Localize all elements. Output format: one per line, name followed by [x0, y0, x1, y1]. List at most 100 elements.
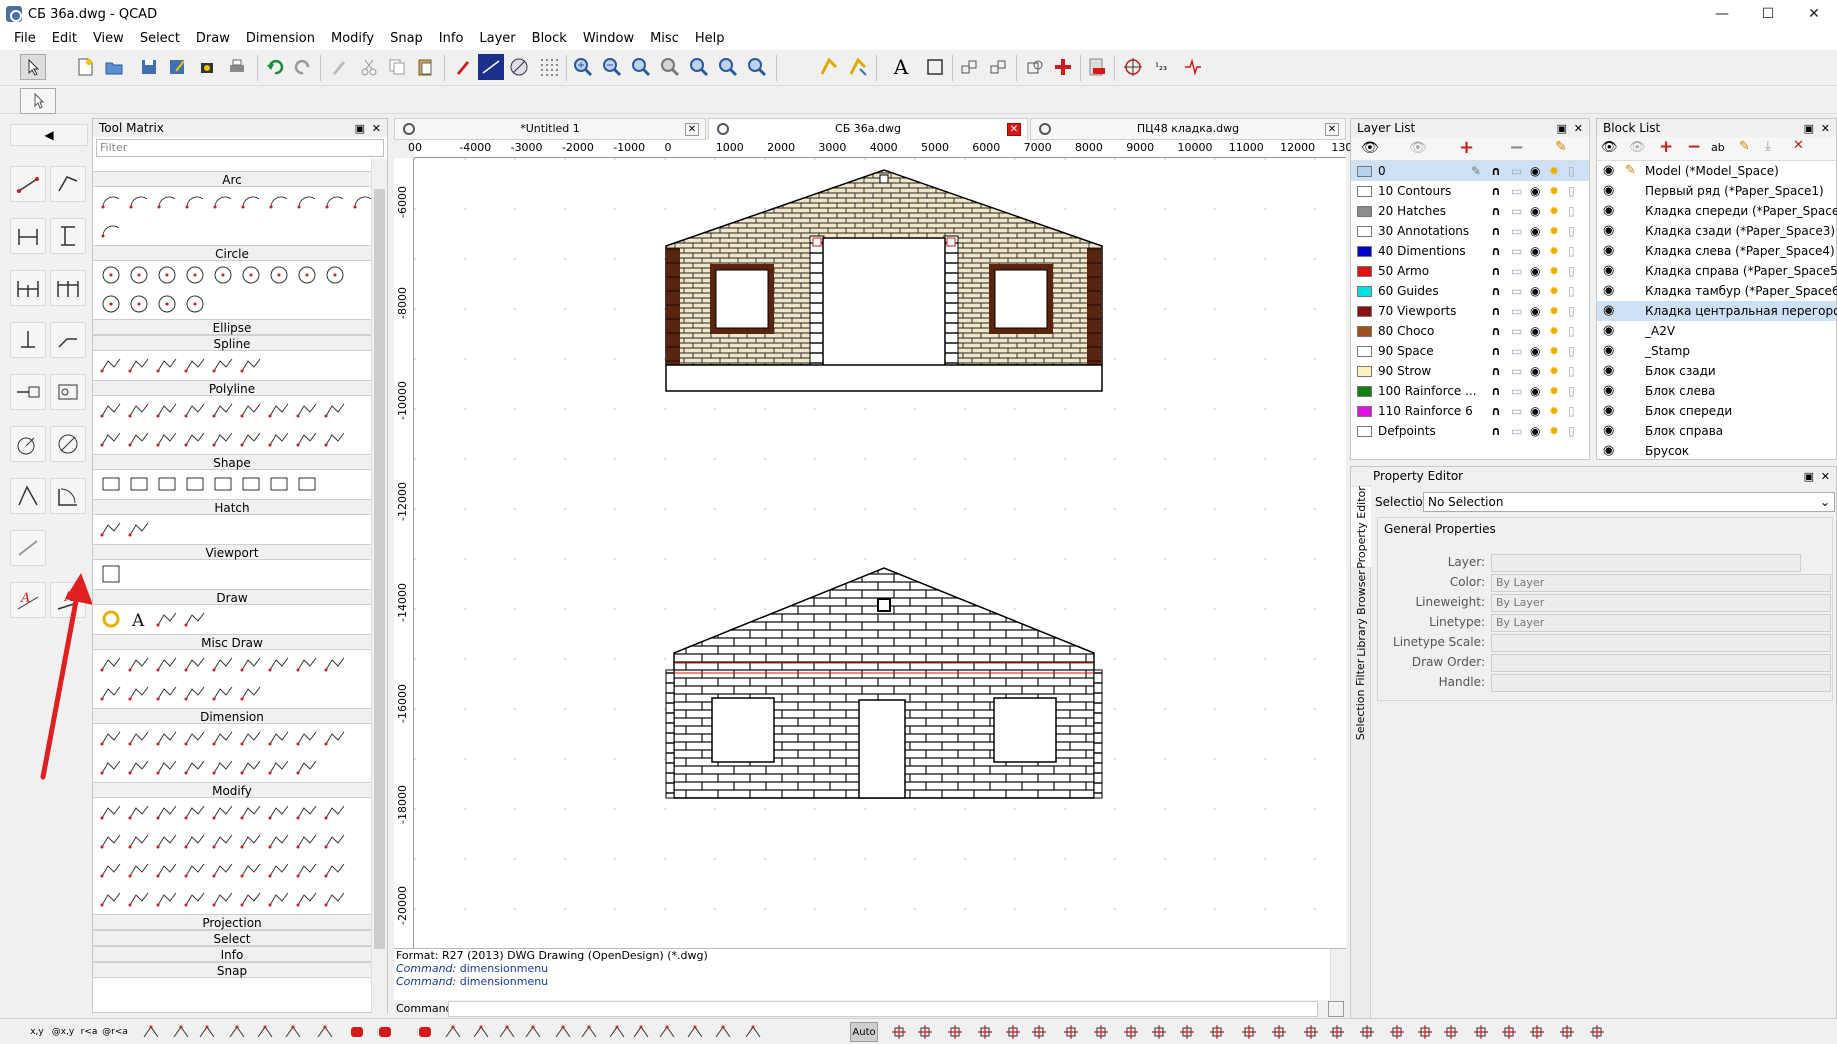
block-row[interactable]: ◉ Кладка сзади (*Paper_Space3) [1597, 221, 1836, 241]
snap-tool-icon[interactable] [496, 1022, 518, 1042]
close-panel-icon[interactable]: ✕ [1821, 468, 1830, 486]
property-field[interactable] [1491, 634, 1831, 652]
layer-row[interactable]: 110 Rainforce 6 ∩ ▭ ◉ ✹ ▯ [1351, 401, 1589, 421]
snap-option-icon[interactable] [1176, 1022, 1198, 1042]
menu-dimension[interactable]: Dimension [238, 28, 323, 50]
freeze-icon[interactable]: ∩ [1491, 224, 1505, 238]
tool-icon[interactable] [99, 398, 123, 422]
tool-icon[interactable] [295, 800, 319, 824]
tool-icon[interactable] [295, 755, 319, 779]
tool-icon[interactable] [155, 800, 179, 824]
zoom-window-icon[interactable] [686, 54, 712, 80]
menu-info[interactable]: Info [431, 28, 472, 50]
tool-icon[interactable] [211, 189, 235, 213]
snap-option-icon[interactable] [1090, 1022, 1112, 1042]
add-layer-red-cross-icon[interactable] [1050, 54, 1076, 80]
tool-icon[interactable] [267, 652, 291, 676]
tool-icon[interactable] [127, 755, 151, 779]
zoom-previous-icon[interactable] [657, 54, 683, 80]
freeze-icon[interactable]: ∩ [1491, 264, 1505, 278]
snap-tool-icon[interactable] [226, 1022, 248, 1042]
sun-icon[interactable]: ✹ [1549, 424, 1563, 438]
tool-icon[interactable] [99, 562, 123, 586]
layer-row[interactable]: 30 Annotations ∩ ▭ ◉ ✹ ▯ [1351, 221, 1589, 241]
tool-icon[interactable] [295, 263, 319, 287]
tool-icon[interactable] [155, 887, 179, 911]
snap-option-icon[interactable] [1386, 1022, 1408, 1042]
snap-option-icon[interactable] [1206, 1022, 1228, 1042]
block-visibility-eye-icon[interactable]: ◉ [1603, 383, 1614, 398]
remove-layer-icon[interactable]: − [1509, 137, 1524, 158]
menu-window[interactable]: Window [575, 28, 642, 50]
edit-layer-icon[interactable]: ✎ [1555, 139, 1567, 155]
snap-tool-icon[interactable] [314, 1022, 336, 1042]
tool-icon[interactable] [211, 887, 235, 911]
snap-option-icon[interactable] [1498, 1022, 1520, 1042]
close-panel-icon[interactable]: ✕ [1574, 120, 1583, 138]
menu-block[interactable]: Block [524, 28, 575, 50]
freeze-icon[interactable]: ∩ [1491, 284, 1505, 298]
minimize-button[interactable]: — [1699, 0, 1745, 28]
block-row[interactable]: ◉ _Stamp [1597, 341, 1836, 361]
curvature-icon[interactable] [1180, 54, 1206, 80]
sun-icon[interactable]: ✹ [1549, 384, 1563, 398]
drawing-canvas[interactable] [414, 158, 1346, 948]
layer-row[interactable]: 0 ✎ ∩ ▭ ◉ ✹ ▯ [1351, 161, 1589, 181]
tool-icon[interactable] [295, 829, 319, 853]
tool-icon[interactable] [155, 755, 179, 779]
lock-icon[interactable]: ▯ [1568, 364, 1582, 378]
block-row[interactable]: ◉ Кладка центральная перегоро... [1597, 301, 1837, 321]
tool-icon[interactable] [211, 427, 235, 451]
menu-select[interactable]: Select [132, 28, 188, 50]
close-tab-icon[interactable]: ✕ [1007, 123, 1021, 136]
tool-icon[interactable] [323, 887, 347, 911]
menu-misc[interactable]: Misc [642, 28, 687, 50]
tool-icon[interactable] [99, 829, 123, 853]
line-tool-icon[interactable] [10, 166, 46, 202]
printer-icon[interactable]: ▭ [1511, 184, 1525, 198]
snap-option-icon[interactable] [1268, 1022, 1290, 1042]
visibility-eye-icon[interactable]: ◉ [1530, 384, 1544, 398]
tool-icon[interactable] [99, 755, 123, 779]
sun-icon[interactable]: ✹ [1549, 284, 1563, 298]
block-visibility-eye-icon[interactable]: ◉ [1603, 183, 1614, 198]
snap-tool-icon[interactable] [712, 1022, 734, 1042]
layer-row[interactable]: 10 Contours ∩ ▭ ◉ ✹ ▯ [1351, 181, 1589, 201]
printer-icon[interactable]: ▭ [1511, 284, 1525, 298]
tool-icon[interactable] [211, 353, 235, 377]
print-setup-icon[interactable] [194, 54, 220, 80]
command-history-toggle-icon[interactable] [1328, 1001, 1344, 1017]
snap-option-icon[interactable] [1556, 1022, 1578, 1042]
tool-icon[interactable] [211, 398, 235, 422]
tool-icon[interactable] [239, 800, 263, 824]
sun-icon[interactable]: ✹ [1549, 164, 1563, 178]
hide-all-blocks-icon[interactable]: 👁 [1629, 140, 1646, 155]
section-snap[interactable]: Snap [93, 962, 371, 978]
snap-tool-icon[interactable] [656, 1022, 678, 1042]
snap-tool-icon[interactable] [254, 1022, 276, 1042]
dim-radial-icon[interactable] [10, 426, 46, 462]
block-row[interactable]: ◉ Кладка справа (*Paper_Space5) [1597, 261, 1837, 281]
insert-block-icon[interactable] [985, 54, 1011, 80]
tool-icon[interactable] [239, 681, 263, 705]
snap-option-icon[interactable] [1028, 1022, 1050, 1042]
printer-icon[interactable]: ▭ [1511, 364, 1525, 378]
tool-icon[interactable] [323, 829, 347, 853]
block-visibility-eye-icon[interactable]: ◉ [1603, 163, 1614, 178]
block-visibility-eye-icon[interactable]: ◉ [1603, 223, 1614, 238]
tool-icon[interactable] [127, 398, 151, 422]
tool-icon[interactable] [323, 427, 347, 451]
sun-icon[interactable]: ✹ [1549, 364, 1563, 378]
snap-option-icon[interactable] [1238, 1022, 1260, 1042]
tool-icon[interactable] [127, 829, 151, 853]
snap-option-icon[interactable] [1002, 1022, 1024, 1042]
rename-block-icon[interactable]: ab [1711, 141, 1725, 154]
tool-icon[interactable] [211, 263, 235, 287]
layer-row[interactable]: 50 Armo ∩ ▭ ◉ ✹ ▯ [1351, 261, 1589, 281]
tool-icon[interactable] [211, 726, 235, 750]
visibility-eye-icon[interactable]: ◉ [1530, 364, 1544, 378]
freeze-icon[interactable]: ∩ [1491, 364, 1505, 378]
pen-icon[interactable] [326, 54, 352, 80]
tool-icon[interactable] [295, 189, 319, 213]
snap-option-icon[interactable] [1414, 1022, 1436, 1042]
